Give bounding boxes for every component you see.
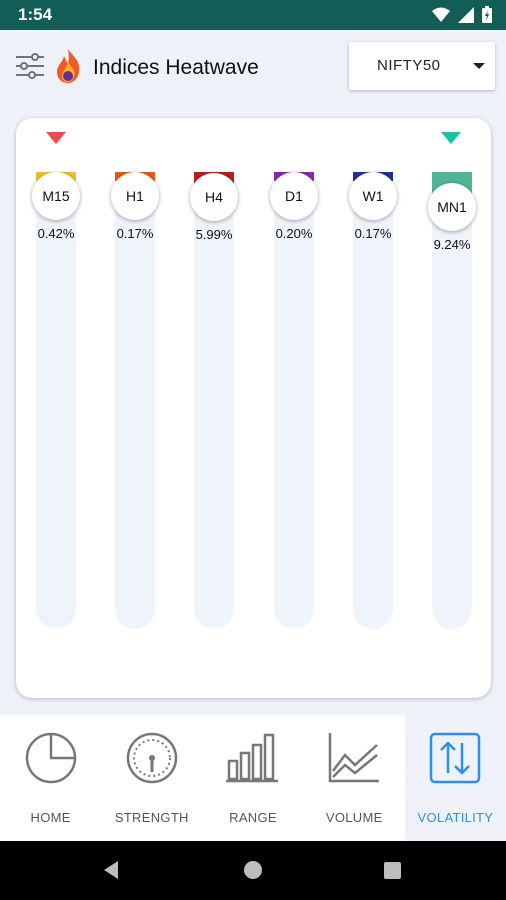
line-chart-icon (328, 733, 380, 783)
timeframe-value: 0.20% (275, 226, 313, 241)
down-marker-icon (46, 132, 66, 144)
timeframe-label: W1 (349, 172, 397, 220)
back-icon[interactable] (104, 861, 118, 879)
timeframe-value: 9.24% (433, 236, 471, 252)
timeframe-value: 0.17% (354, 226, 392, 241)
wifi-icon (432, 7, 450, 22)
timeframe-value: 0.17% (116, 226, 154, 241)
system-nav-bar (0, 841, 506, 900)
app-logo-flame-icon (57, 49, 80, 83)
nav-range-label: RANGE (229, 810, 277, 825)
index-select-dropdown[interactable]: NIFTY50 (349, 42, 495, 90)
status-bar: 1:54 (0, 0, 506, 30)
nav-volatility-label: VOLATILITY (417, 810, 494, 825)
app-title: Indices Heatwave (93, 56, 259, 79)
nav-volume-label: VOLUME (325, 810, 383, 825)
nav-volatility[interactable]: VOLATILITY (404, 715, 506, 841)
bottom-nav: HOME STRENGTH RANGE VOLUME VOLATILITY (0, 715, 506, 841)
nav-strength[interactable]: STRENGTH (101, 715, 202, 841)
signal-icon (458, 6, 474, 23)
nav-home-label: HOME (30, 810, 71, 825)
bar-chart-icon (226, 733, 278, 783)
nav-volume[interactable]: VOLUME (304, 715, 405, 841)
recent-apps-icon[interactable] (384, 862, 401, 879)
gauge-icon (126, 732, 178, 784)
up-marker-icon (441, 132, 461, 144)
timeframe-value: 0.42% (37, 226, 75, 241)
chevron-down-icon (473, 63, 485, 69)
timeframe-value: 5.99% (195, 226, 233, 242)
timeframe-label: M15 (32, 172, 80, 220)
app-bar: Indices Heatwave NIFTY50 (0, 30, 506, 104)
heatwave-card: M15 0.42% H1 0.17% H4 5.99% D1 0.20% W1 0.17% MN1 9… (16, 118, 491, 698)
status-time: 1:54 (18, 5, 53, 24)
home-icon[interactable] (244, 861, 262, 879)
up-down-arrows-icon (430, 732, 481, 784)
index-select-value: NIFTY50 (377, 57, 441, 74)
timeframe-label: D1 (270, 172, 318, 220)
timeframe-label: H1 (111, 172, 159, 220)
filter-settings-icon[interactable] (14, 50, 46, 82)
nav-home[interactable]: HOME (0, 715, 101, 841)
nav-range[interactable]: RANGE (202, 715, 303, 841)
timeframe-label: H4 (190, 172, 238, 221)
pie-chart-icon (25, 732, 76, 784)
timeframe-label: MN1 (428, 182, 476, 231)
nav-strength-label: STRENGTH (114, 810, 189, 825)
battery-icon (482, 6, 492, 23)
